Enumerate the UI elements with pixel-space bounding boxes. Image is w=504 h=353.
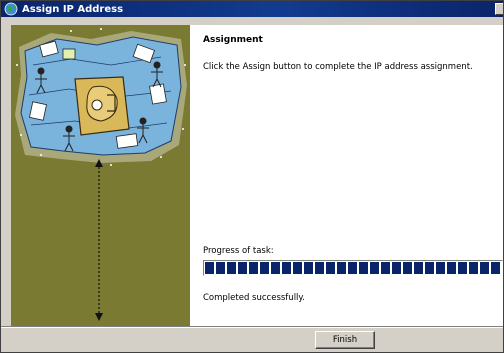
progress-fill bbox=[205, 262, 501, 274]
page-heading: Assignment bbox=[203, 35, 263, 45]
window-title: Assign IP Address bbox=[22, 3, 124, 15]
finish-button[interactable]: Finish bbox=[315, 331, 375, 349]
status-text: Completed successfully. bbox=[203, 293, 305, 303]
wizard-side-panel bbox=[11, 25, 190, 326]
footer-divider bbox=[1, 326, 503, 328]
wizard-content-panel: Assignment Click the Assign button to co… bbox=[190, 25, 503, 326]
task-progress-bar bbox=[203, 260, 503, 276]
close-icon[interactable] bbox=[495, 3, 503, 15]
globe-network-icon bbox=[4, 2, 18, 16]
progress-label: Progress of task: bbox=[203, 246, 274, 256]
instruction-text: Click the Assign button to complete the … bbox=[203, 62, 473, 72]
wizard-window: Assign IP Address Assignment Click the A… bbox=[0, 0, 504, 353]
title-bar[interactable]: Assign IP Address bbox=[1, 1, 503, 17]
wizard-collage-illustration bbox=[15, 28, 187, 321]
